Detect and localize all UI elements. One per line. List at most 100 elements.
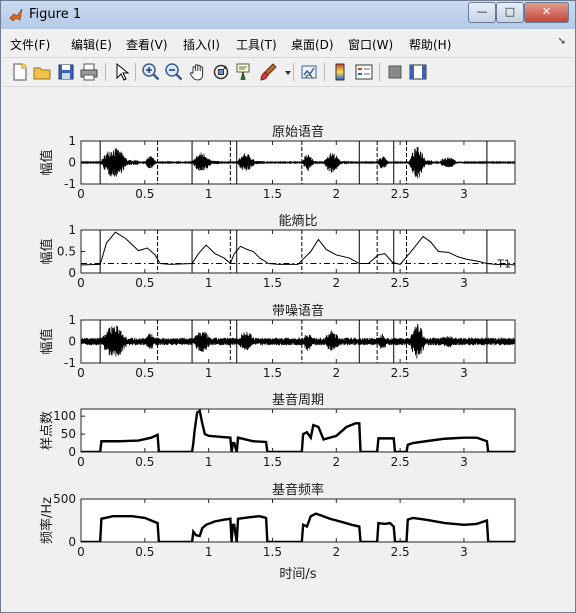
y-axis-label: 幅值 [39, 328, 55, 354]
legend-icon[interactable] [354, 62, 374, 82]
y-tick-label: 0 [68, 266, 76, 280]
subplot-2 [80, 229, 516, 274]
open-file-icon[interactable] [32, 62, 52, 82]
toolbar-separator [293, 63, 294, 81]
axes-box [80, 408, 516, 453]
menu-tools[interactable]: 工具(T) [236, 36, 277, 53]
x-tick-label: 0 [77, 455, 85, 469]
y-axis-label: 幅值 [39, 149, 55, 175]
x-tick-label: 0.5 [135, 366, 154, 380]
maximize-icon: □ [504, 5, 516, 18]
x-tick-label: 1.5 [263, 276, 282, 290]
menu-bar: 文件(F) 编辑(E) 查看(V) 插入(I) 工具(T) 桌面(D) 窗口(W… [2, 31, 574, 55]
y-tick-label: 0 [68, 535, 76, 549]
subplot-1 [80, 140, 516, 185]
x-tick-label: 1 [205, 545, 213, 559]
x-tick-label: 1.5 [263, 545, 282, 559]
minimize-icon: — [476, 5, 488, 18]
menu-window[interactable]: 窗口(W) [348, 36, 393, 53]
title-bar[interactable]: Figure 1 — □ ✕ [1, 1, 575, 29]
x-tick-label: 3 [460, 455, 468, 469]
link-plot-icon[interactable] [299, 62, 319, 82]
x-tick-label: 2 [332, 187, 340, 201]
x-tick-label: 1.5 [263, 187, 282, 201]
figure-canvas: 0 0.5 1 1.5 2 2.5 3 1 0 -1 原始语音 幅值 0 0.5 1 1.5 2 2.5 3 1 0.5… [7, 89, 567, 607]
x-tick-label: 1 [205, 366, 213, 380]
figure-plots: 0 0.5 1 1.5 2 2.5 310-1原始语音幅值0 0.5 1 1.5 2 2.5 310.5… [39, 124, 516, 582]
matlab-logo-icon [9, 8, 23, 22]
pointer-icon[interactable] [111, 62, 131, 82]
y-tick-label: 0 [68, 156, 76, 170]
x-tick-label: 2.5 [391, 545, 410, 559]
close-button[interactable]: ✕ [524, 2, 569, 23]
brush-dropdown-icon[interactable] [278, 62, 291, 82]
x-tick-label: 2.5 [391, 366, 410, 380]
maximize-button[interactable]: □ [496, 2, 524, 23]
subplot-3 [80, 319, 516, 364]
x-tick-label: 0 [77, 187, 85, 201]
print-icon[interactable] [79, 62, 99, 82]
y-tick-label: 1 [68, 313, 76, 327]
toolbar [2, 57, 574, 87]
axes-box [80, 498, 516, 543]
subplot-title: 带噪语音 [272, 303, 324, 319]
menu-insert[interactable]: 插入(I) [183, 36, 220, 53]
toolbar-separator [105, 63, 106, 81]
minimize-button[interactable]: — [468, 2, 496, 23]
x-tick-label: 0.5 [135, 455, 154, 469]
brush-icon[interactable] [258, 62, 278, 82]
x-axis-label: 时间/s [279, 567, 316, 582]
y-tick-label: 50 [61, 427, 76, 441]
subplot-title: 能熵比 [278, 213, 317, 229]
x-tick-label: 2 [332, 545, 340, 559]
x-tick-label: 3 [460, 366, 468, 380]
figure-window: Figure 1 — □ ✕ 文件(F) 编辑(E) 查看(V) 插入(I) 工… [0, 0, 576, 613]
axes-box [80, 229, 516, 274]
menu-desktop[interactable]: 桌面(D) [291, 36, 334, 53]
y-tick-label: 1 [68, 223, 76, 237]
menu-edit[interactable]: 编辑(E) [71, 36, 112, 53]
x-tick-label: 2 [332, 455, 340, 469]
x-tick-label: 0 [77, 366, 85, 380]
colorbar-icon[interactable] [330, 62, 350, 82]
zoom-in-icon[interactable] [141, 62, 161, 82]
menu-file[interactable]: 文件(F) [10, 36, 50, 53]
menu-view[interactable]: 查看(V) [126, 36, 168, 53]
hide-plot-tools-icon[interactable] [385, 62, 405, 82]
y-tick-label: 1 [68, 134, 76, 148]
x-tick-label: 0 [77, 545, 85, 559]
x-tick-label: 0.5 [135, 545, 154, 559]
menu-help[interactable]: 帮助(H) [409, 36, 451, 53]
x-tick-label: 0 [77, 276, 85, 290]
x-tick-label: 2.5 [391, 455, 410, 469]
x-tick-label: 1.5 [263, 366, 282, 380]
data-cursor-icon[interactable] [234, 62, 254, 82]
y-axis-label: 幅值 [39, 238, 55, 264]
x-tick-label: 1 [205, 276, 213, 290]
x-tick-label: 3 [460, 276, 468, 290]
zoom-out-icon[interactable] [164, 62, 184, 82]
toolbar-separator [324, 63, 325, 81]
x-tick-label: 3 [460, 187, 468, 201]
save-icon[interactable] [56, 62, 76, 82]
x-tick-label: 3 [460, 545, 468, 559]
x-tick-label: 1 [205, 187, 213, 201]
y-axis-label: 频率/Hz [39, 497, 55, 544]
menu-dock-arrow-icon[interactable]: ➘ [558, 36, 566, 47]
x-tick-label: 0.5 [135, 187, 154, 201]
close-icon: ✕ [541, 5, 552, 18]
x-tick-label: 1 [205, 455, 213, 469]
pan-hand-icon[interactable] [188, 62, 208, 82]
y-tick-label: 0 [68, 335, 76, 349]
x-tick-label: 2.5 [391, 187, 410, 201]
subplot-5 [80, 498, 516, 543]
y-tick-label: 0.5 [57, 245, 76, 259]
subplot-title: 原始语音 [272, 124, 324, 140]
x-tick-label: 2 [332, 276, 340, 290]
new-figure-icon[interactable] [10, 62, 30, 82]
rotate-3d-icon[interactable] [211, 62, 231, 82]
subplot-4 [80, 408, 516, 453]
toolbar-separator [379, 63, 380, 81]
y-tick-label: 0 [68, 445, 76, 459]
show-plot-tools-icon[interactable] [408, 62, 428, 82]
